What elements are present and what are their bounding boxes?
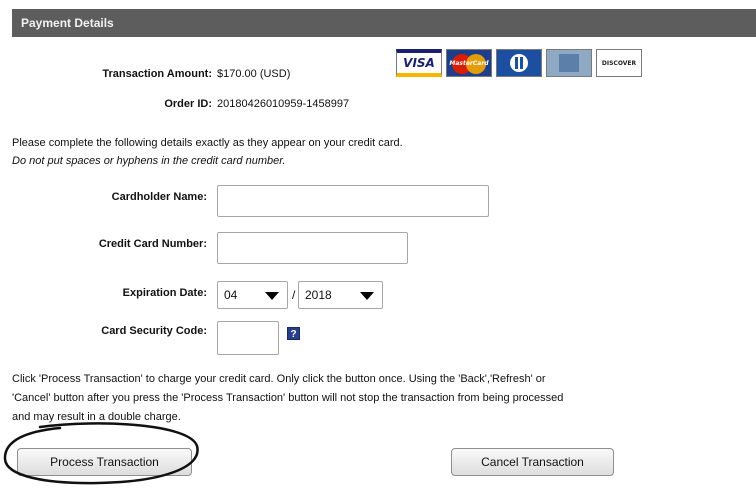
order-id-label: Order ID:	[164, 98, 212, 110]
chevron-down-icon	[265, 292, 279, 300]
order-id-value: 20180426010959-1458997	[217, 98, 350, 110]
instructions-text: Please complete the following details ex…	[12, 137, 403, 149]
credit-card-number-label: Credit Card Number:	[98, 238, 207, 250]
expiration-year-value: 2018	[305, 288, 332, 302]
american-express-logo	[546, 49, 592, 77]
cardholder-name-label: Cardholder Name:	[111, 191, 207, 203]
notice-line-1: Click 'Process Transaction' to charge yo…	[12, 373, 546, 385]
help-icon[interactable]: ?	[287, 327, 300, 340]
expiration-month-select[interactable]: 04	[217, 281, 288, 309]
credit-card-number-input[interactable]	[217, 232, 408, 264]
hand-drawn-circle-annotation	[3, 422, 199, 485]
transaction-amount-value: $170.00 (USD)	[217, 68, 291, 80]
expiration-month-value: 04	[224, 288, 238, 302]
instructions-note: Do not put spaces or hyphens in the cred…	[12, 155, 286, 167]
cancel-transaction-button[interactable]: Cancel Transaction	[451, 448, 614, 476]
mastercard-logo: MasterCard	[446, 49, 492, 77]
transaction-amount-label: Transaction Amount:	[102, 68, 212, 80]
expiration-separator: /	[292, 288, 296, 302]
diners-club-logo	[496, 49, 542, 77]
expiration-date-label: Expiration Date:	[122, 287, 207, 299]
notice-line-2: 'Cancel' button after you press the 'Pro…	[12, 392, 564, 404]
discover-logo: DISCOVER	[596, 49, 642, 77]
visa-logo: VISA	[396, 49, 442, 77]
cardholder-name-input[interactable]	[217, 185, 489, 217]
chevron-down-icon	[360, 292, 374, 300]
payment-details-header: Payment Details	[12, 9, 756, 37]
card-security-code-label: Card Security Code:	[101, 325, 207, 337]
accepted-cards: VISA MasterCard DISCOVER	[396, 49, 642, 77]
card-security-code-input[interactable]	[217, 321, 279, 355]
expiration-year-select[interactable]: 2018	[298, 281, 383, 309]
